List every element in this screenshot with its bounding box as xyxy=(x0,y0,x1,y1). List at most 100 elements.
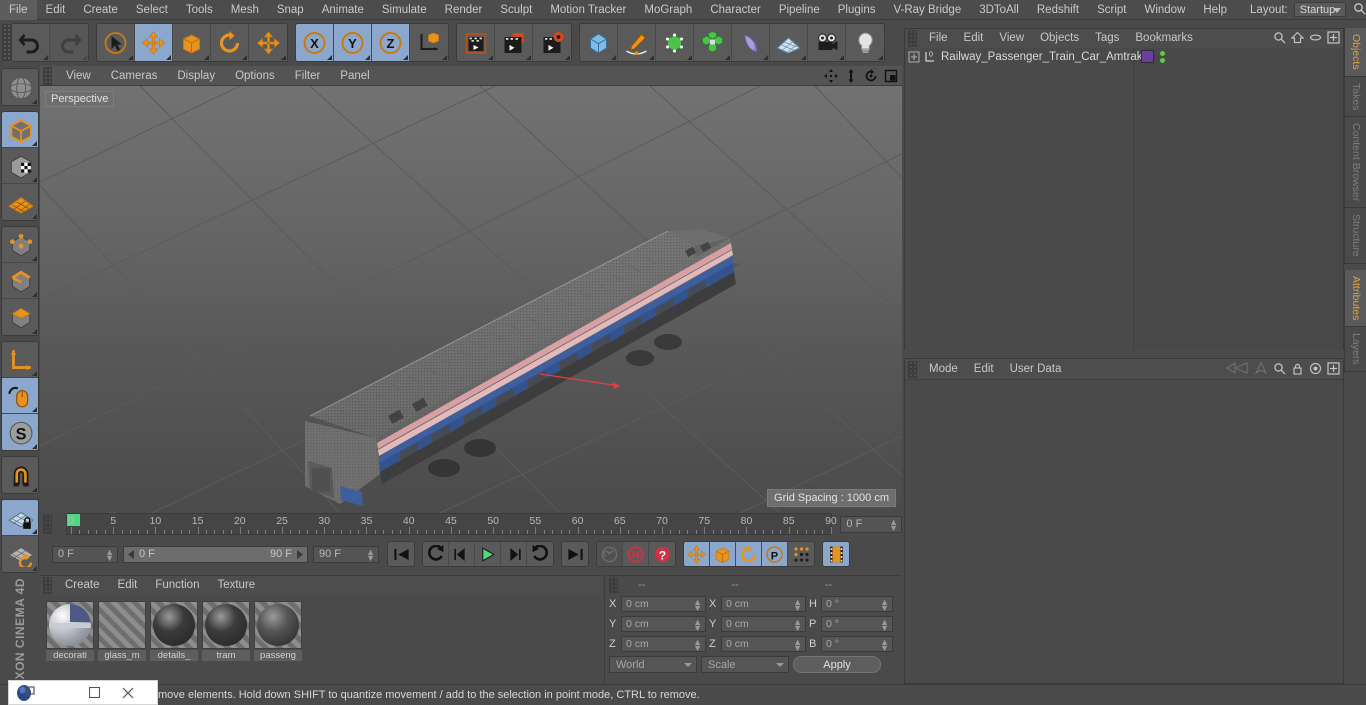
object-manager-body[interactable]: 0 Railway_Passenger_Train_Car_Amtrak xyxy=(905,48,1343,350)
workplane-lock-button[interactable] xyxy=(2,500,38,536)
object-axis-button[interactable] xyxy=(2,342,38,378)
coord-pos-spinner[interactable]: ▲ ▼ xyxy=(693,617,702,632)
add-floor-button[interactable] xyxy=(770,24,808,61)
magnet-button[interactable] xyxy=(2,457,38,493)
transform-mode-select[interactable]: Scale xyxy=(701,656,789,673)
material-preview[interactable] xyxy=(150,601,198,649)
param-key-button[interactable]: P xyxy=(762,542,788,566)
menu-select[interactable]: Select xyxy=(127,0,177,20)
side-tab-objects[interactable]: Objects xyxy=(1344,28,1366,77)
add-array-button[interactable] xyxy=(694,24,732,61)
app-icon[interactable] xyxy=(9,681,43,705)
coord-rot-spinner[interactable]: ▲ ▼ xyxy=(880,637,889,652)
viewport-menu-view[interactable]: View xyxy=(56,66,101,86)
preview-range-bar[interactable]: 0 F 90 F xyxy=(123,545,308,563)
material-menu-edit[interactable]: Edit xyxy=(109,576,147,595)
move-view-icon[interactable] xyxy=(824,69,838,83)
material-tag-swatch[interactable] xyxy=(1141,50,1154,63)
end-frame-field[interactable]: 90 F ▲ ▼ xyxy=(313,545,379,563)
visibility-dots[interactable] xyxy=(1160,50,1165,63)
move-extra-button[interactable] xyxy=(249,24,287,61)
menu-pipeline[interactable]: Pipeline xyxy=(770,0,829,20)
expand-plus-icon[interactable] xyxy=(908,51,920,63)
viewport-menu-filter[interactable]: Filter xyxy=(285,66,331,86)
end-frame-spinner[interactable]: ▲ ▼ xyxy=(366,547,375,562)
coord-size-spinner[interactable]: ▲ ▼ xyxy=(793,637,802,652)
menu-file[interactable]: File xyxy=(0,0,37,20)
apply-button[interactable]: Apply xyxy=(793,656,881,673)
material-item[interactable]: glass_m xyxy=(98,601,146,661)
step-forward-frame-button[interactable] xyxy=(501,542,527,566)
workplane-rotate-button[interactable] xyxy=(2,536,38,572)
coordinates-grip[interactable] xyxy=(609,577,618,593)
object-tree-row[interactable]: 0 Railway_Passenger_Train_Car_Amtrak xyxy=(905,48,1343,65)
search-icon[interactable] xyxy=(1273,362,1286,375)
menu-edit[interactable]: Edit xyxy=(37,0,75,20)
viewport-menu-cameras[interactable]: Cameras xyxy=(101,66,168,86)
undo-button[interactable] xyxy=(12,24,50,61)
step-forward-keyframe-button[interactable] xyxy=(527,542,553,566)
keyframe-selection-button[interactable]: ? xyxy=(649,542,675,566)
menu-render[interactable]: Render xyxy=(436,0,492,20)
menu-3dtoall[interactable]: 3DToAll xyxy=(970,0,1028,20)
minimize-icon[interactable] xyxy=(43,681,77,705)
range-right-handle-icon[interactable] xyxy=(295,549,304,559)
points-mode-button[interactable] xyxy=(2,227,38,263)
y-axis-lock-button[interactable]: Y xyxy=(334,24,372,61)
object-menu-objects[interactable]: Objects xyxy=(1032,29,1087,48)
target-icon[interactable] xyxy=(1309,362,1322,375)
layout-select[interactable]: Startup xyxy=(1293,2,1346,17)
menu-mesh[interactable]: Mesh xyxy=(222,0,268,20)
viewport-menu-display[interactable]: Display xyxy=(167,66,225,86)
step-back-frame-button[interactable] xyxy=(449,542,475,566)
menu-snap[interactable]: Snap xyxy=(268,0,313,20)
viewport-menu-panel[interactable]: Panel xyxy=(330,66,379,86)
coord-rot-input[interactable]: 0 ° ▲ ▼ xyxy=(821,635,893,652)
attribute-manager-body[interactable] xyxy=(905,379,1343,683)
goto-start-button[interactable] xyxy=(388,542,414,566)
attribute-manager-grip[interactable] xyxy=(908,360,917,378)
material-menu-function[interactable]: Function xyxy=(146,576,208,595)
material-menu-texture[interactable]: Texture xyxy=(208,576,264,595)
coord-pos-spinner[interactable]: ▲ ▼ xyxy=(693,597,702,612)
viewport-solo-button[interactable] xyxy=(2,378,38,414)
menu-mograph[interactable]: MoGraph xyxy=(635,0,701,20)
side-tab-takes[interactable]: Takes xyxy=(1344,76,1366,118)
object-manager-grip[interactable] xyxy=(908,30,917,47)
material-menu-create[interactable]: Create xyxy=(56,576,109,595)
up-nav-icon[interactable] xyxy=(1254,361,1268,375)
pla-key-button[interactable] xyxy=(788,542,814,566)
coord-system-select[interactable]: World xyxy=(609,656,697,673)
material-item[interactable]: passeng xyxy=(254,601,302,661)
coord-pos-input[interactable]: 0 cm ▲ ▼ xyxy=(621,595,706,612)
material-grip[interactable] xyxy=(43,577,52,594)
material-preview[interactable] xyxy=(98,601,146,649)
rotate-view-icon[interactable] xyxy=(864,69,878,83)
render-settings-button[interactable] xyxy=(533,24,571,61)
current-frame-spinner[interactable]: ▲ ▼ xyxy=(889,517,898,532)
object-menu-view[interactable]: View xyxy=(991,29,1032,48)
coord-size-spinner[interactable]: ▲ ▼ xyxy=(793,617,802,632)
menu-plugins[interactable]: Plugins xyxy=(829,0,885,20)
live-selection-button[interactable] xyxy=(97,24,135,61)
add-camera-button[interactable] xyxy=(808,24,846,61)
timeline-grip[interactable] xyxy=(43,514,52,534)
back-nav-icon[interactable] xyxy=(1225,361,1249,375)
coord-pos-spinner[interactable]: ▲ ▼ xyxy=(693,637,702,652)
current-frame-field[interactable]: 0 F ▲ ▼ xyxy=(840,515,902,533)
play-button[interactable] xyxy=(475,542,501,566)
add-spline-button[interactable] xyxy=(618,24,656,61)
menu-tools[interactable]: Tools xyxy=(177,0,222,20)
menu-animate[interactable]: Animate xyxy=(313,0,373,20)
position-key-button[interactable] xyxy=(684,542,710,566)
range-left-handle-icon[interactable] xyxy=(127,549,136,559)
material-preview[interactable] xyxy=(46,601,94,649)
scale-snap-button[interactable]: S xyxy=(2,414,38,450)
search-icon[interactable] xyxy=(1353,2,1366,18)
menu-redshift[interactable]: Redshift xyxy=(1028,0,1088,20)
texture-mode-button[interactable] xyxy=(2,148,38,184)
attribute-menu-user-data[interactable]: User Data xyxy=(1002,359,1070,379)
add-generator-button[interactable] xyxy=(656,24,694,61)
start-frame-field[interactable]: 0 F ▲ ▼ xyxy=(52,545,118,563)
material-item[interactable]: details_ xyxy=(150,601,198,661)
